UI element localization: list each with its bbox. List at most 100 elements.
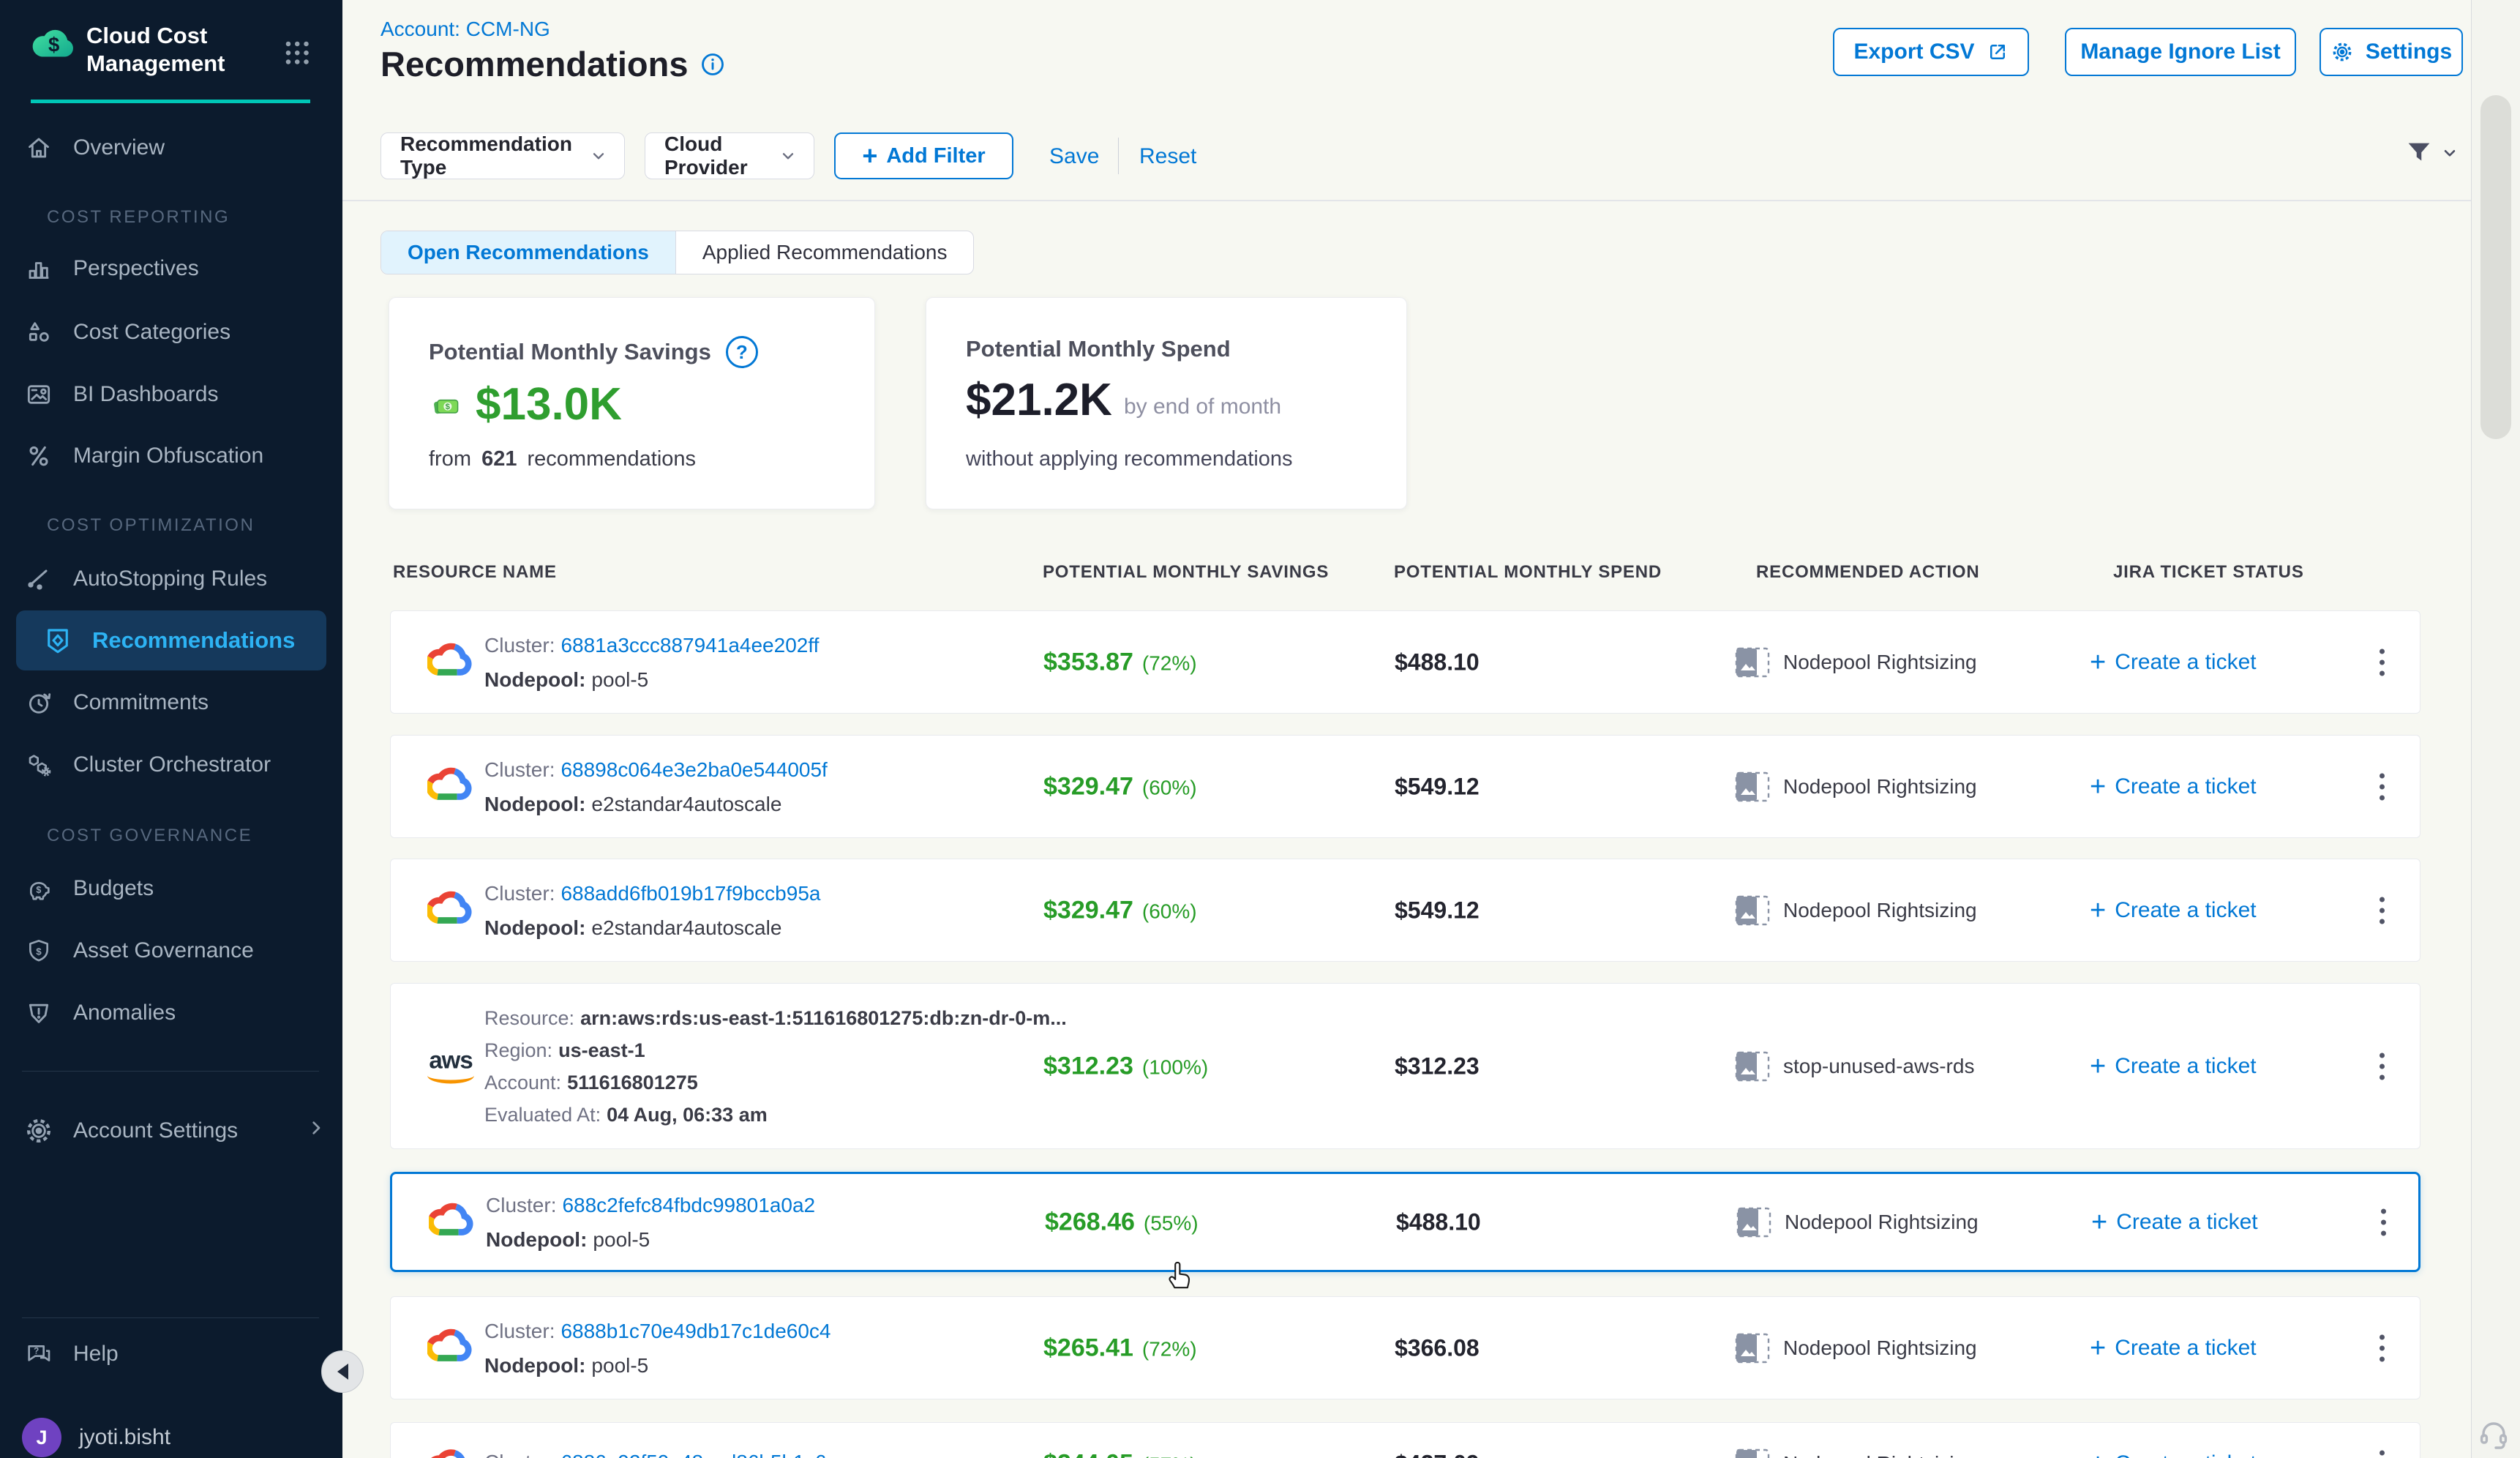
gcp-icon (427, 766, 474, 807)
collapse-arrow-icon (337, 1364, 348, 1380)
section-cost-reporting: COST REPORTING (47, 207, 230, 228)
row-menu-button[interactable] (2375, 1048, 2389, 1084)
savings-cell: $244.05(57%) (1043, 1450, 1197, 1458)
sidebar-item-recommendations[interactable]: Recommendations (16, 610, 326, 670)
action-cell: stop-unused-aws-rds (1735, 1051, 1974, 1082)
create-ticket-link[interactable]: +Create a ticket (2090, 898, 2257, 923)
row-menu-button[interactable] (2375, 644, 2389, 680)
create-ticket-link[interactable]: +Create a ticket (2090, 1336, 2257, 1361)
reset-filter-link[interactable]: Reset (1139, 144, 1196, 169)
header-divider (342, 200, 2471, 201)
chevron-down-icon (2440, 143, 2459, 162)
info-icon[interactable] (700, 51, 726, 78)
row-menu-button[interactable] (2375, 769, 2389, 804)
resource-line-1: Cluster:6888b1c70e49db17c1de60c4 (484, 1314, 831, 1348)
action-cell: Nodepool Rightsizing (1735, 1333, 1977, 1364)
tab-open-recommendations[interactable]: Open Recommendations (381, 231, 676, 274)
row-menu-button[interactable] (2375, 892, 2389, 928)
gear-icon (2330, 40, 2354, 64)
plus-icon: + (862, 145, 877, 167)
col-recommended-action: RECOMMENDED ACTION (1756, 562, 1980, 583)
savings-cell: $329.47(60%) (1043, 896, 1197, 924)
row-menu-button[interactable] (2375, 1446, 2389, 1458)
table-row-selected[interactable]: Cluster:688c2fefc84fbdc99801a0a2 Nodepoo… (390, 1172, 2420, 1272)
gcp-icon (427, 889, 474, 931)
resource-line-2: Nodepool:pool-5 (484, 1348, 831, 1383)
sidebar-collapse-button[interactable] (321, 1350, 364, 1393)
row-menu-button[interactable] (2377, 1204, 2390, 1240)
table-row[interactable]: Cluster:6881a3ccc887941a4ee202ff Nodepoo… (390, 610, 2420, 714)
table-row[interactable]: Cluster:68898c064e3e2ba0e544005f Nodepoo… (390, 735, 2420, 838)
potential-spend-card: Potential Monthly Spend $21.2K by end of… (926, 297, 1407, 509)
savings-cell: $265.41(72%) (1043, 1334, 1197, 1362)
sidebar-divider (22, 1317, 319, 1318)
percent-icon (22, 441, 56, 471)
breadcrumb-account[interactable]: Account: CCM-NG (380, 18, 550, 41)
scrollbar-thumb[interactable] (2480, 95, 2511, 439)
sidebar-item-help[interactable]: ? Help (22, 1331, 325, 1377)
resource-line-1: Cluster:688c2fefc84fbdc99801a0a2 (486, 1188, 815, 1222)
user-menu[interactable]: J jyoti.bisht (22, 1415, 325, 1458)
nodepool-resize-icon (1735, 895, 1770, 926)
create-ticket-link[interactable]: +Create a ticket (2091, 1210, 2258, 1235)
save-filter-link[interactable]: Save (1049, 144, 1099, 169)
table-row[interactable]: Cluster:688add6fb019b17f9bccb95a Nodepoo… (390, 859, 2420, 962)
sidebar-item-bi-dashboards[interactable]: BI Dashboards (22, 372, 325, 417)
manage-ignore-list-button[interactable]: Manage Ignore List (2065, 28, 2296, 76)
table-row[interactable]: Cluster:6888b1c70e49db17c1de60c4 Nodepoo… (390, 1296, 2420, 1399)
export-csv-button[interactable]: Export CSV (1833, 28, 2029, 76)
resource-line-2: Region:us-east-1 (484, 1034, 1067, 1066)
cluster-link[interactable]: 6881a3ccc887941a4ee202ff (560, 634, 819, 657)
create-ticket-link[interactable]: +Create a ticket (2090, 774, 2257, 799)
col-monthly-savings: POTENTIAL MONTHLY SAVINGS (1043, 562, 1329, 583)
table-row[interactable]: Cluster:6886e92f59a48cad86b5b1c6 $244.05… (390, 1422, 2420, 1458)
cluster-link[interactable]: 6886e92f59a48cad86b5b1c6 (560, 1451, 826, 1458)
sidebar-item-perspectives[interactable]: Perspectives (22, 246, 325, 291)
tab-applied-recommendations[interactable]: Applied Recommendations (676, 231, 974, 274)
help-question-icon[interactable]: ? (726, 336, 758, 368)
savings-cell: $329.47(60%) (1043, 772, 1197, 801)
sidebar-item-cluster-orchestrator[interactable]: Cluster Orchestrator (22, 742, 325, 788)
spend-qualifier: by end of month (1124, 395, 1281, 419)
home-icon (22, 133, 56, 162)
sidebar-item-commitments[interactable]: Commitments (22, 680, 325, 725)
plus-icon: + (2090, 1453, 2106, 1458)
sidebar-item-autostopping[interactable]: AutoStopping Rules (22, 556, 325, 602)
potential-savings-card: Potential Monthly Savings ? $ $13.0K fro… (389, 297, 875, 509)
sidebar-item-budgets[interactable]: $ Budgets (22, 866, 325, 911)
money-icon: $ (429, 389, 464, 421)
recommendation-type-dropdown[interactable]: Recommendation Type (380, 132, 625, 179)
create-ticket-link[interactable]: +Create a ticket (2090, 650, 2257, 675)
hexagons-gear-icon (22, 750, 56, 780)
sidebar-item-overview[interactable]: Overview (22, 125, 325, 171)
settings-button[interactable]: Settings (2320, 28, 2463, 76)
resource-line-2: Nodepool:pool-5 (484, 662, 819, 697)
cluster-link[interactable]: 688c2fefc84fbdc99801a0a2 (562, 1194, 815, 1216)
cluster-link[interactable]: 68898c064e3e2ba0e544005f (560, 758, 827, 781)
sidebar-item-cost-categories[interactable]: Cost Categories (22, 310, 325, 355)
savings-subtitle: from 621 recommendations (429, 447, 696, 471)
col-resource-name: RESOURCE NAME (393, 562, 557, 583)
app-grid-icon[interactable] (281, 37, 315, 74)
cloud-provider-dropdown[interactable]: Cloud Provider (645, 132, 814, 179)
create-ticket-link[interactable]: +Create a ticket (2090, 1054, 2257, 1079)
create-ticket-link[interactable]: +Create a ticket (2090, 1451, 2257, 1458)
cluster-link[interactable]: 688add6fb019b17f9bccb95a (560, 882, 820, 905)
sidebar-item-account-settings[interactable]: Account Settings (22, 1108, 325, 1154)
bar-chart-icon (22, 254, 56, 283)
filter-links-divider (1118, 138, 1119, 174)
avatar: J (22, 1418, 61, 1457)
add-filter-button[interactable]: + Add Filter (834, 132, 1013, 179)
shield-dollar-icon: $ (22, 936, 56, 965)
sidebar-item-anomalies[interactable]: Anomalies (22, 990, 325, 1036)
savings-cell: $353.87(72%) (1043, 648, 1197, 676)
filter-panel-toggle[interactable] (2402, 136, 2459, 170)
table-row[interactable]: aws Resource:arn:aws:rds:us-east-1:51161… (390, 983, 2420, 1149)
support-headset-icon[interactable] (2476, 1417, 2511, 1456)
row-menu-button[interactable] (2375, 1330, 2389, 1366)
spend-subtitle: without applying recommendations (966, 447, 1293, 471)
cluster-link[interactable]: 6888b1c70e49db17c1de60c4 (560, 1320, 830, 1342)
gcp-icon (427, 641, 474, 683)
sidebar-item-margin-obfuscation[interactable]: Margin Obfuscation (22, 433, 325, 479)
sidebar-item-asset-governance[interactable]: $ Asset Governance (22, 928, 325, 973)
